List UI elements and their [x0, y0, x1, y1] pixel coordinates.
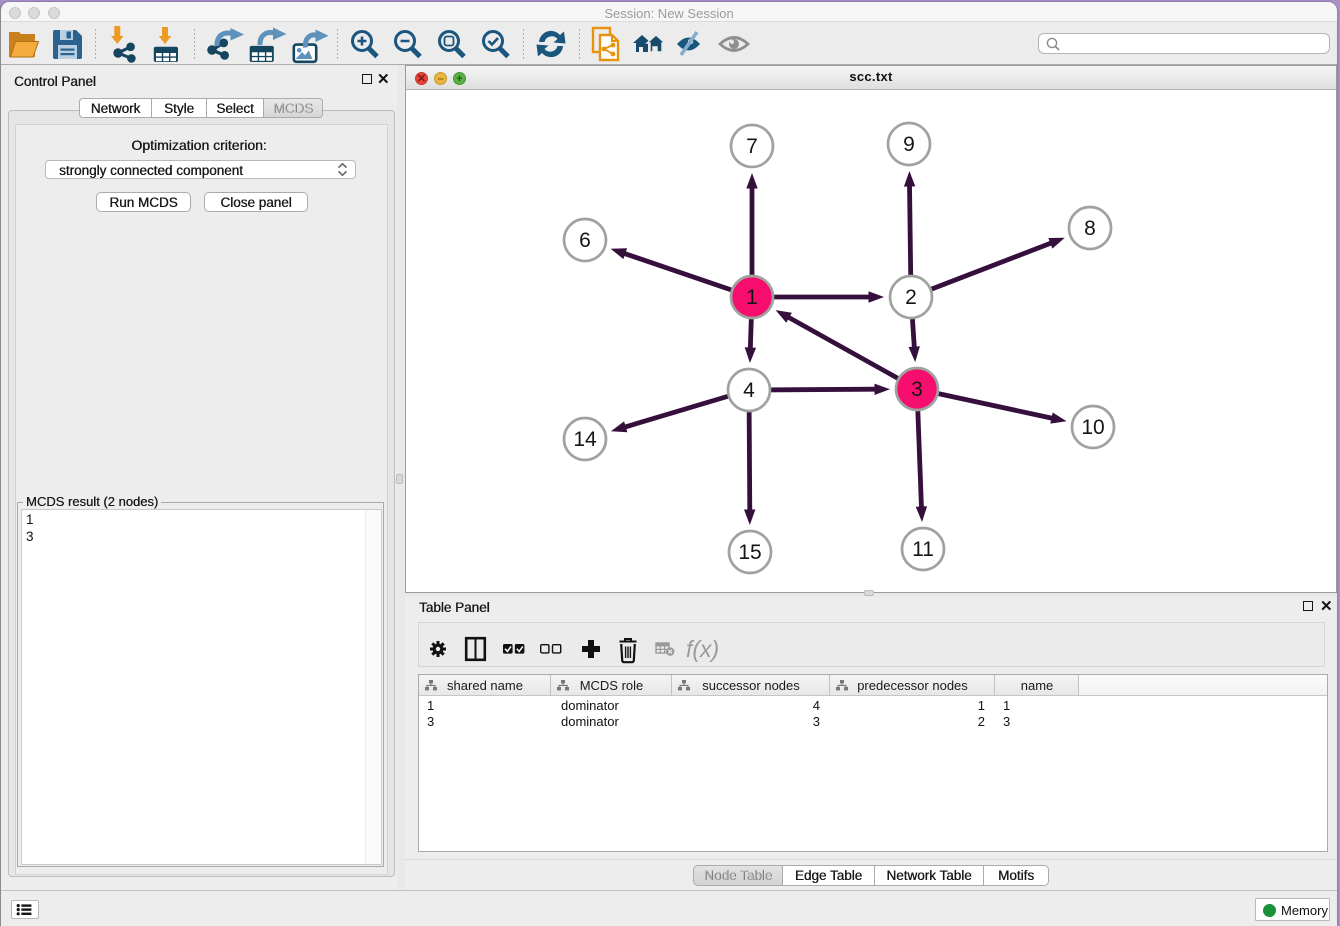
svg-text:6: 6	[579, 229, 591, 252]
svg-text:f(x): f(x)	[686, 636, 719, 662]
svg-text:10: 10	[1081, 416, 1104, 439]
svg-text:7: 7	[746, 135, 758, 158]
svg-text:1: 1	[746, 286, 758, 309]
svg-text:4: 4	[743, 379, 755, 402]
svg-text:14: 14	[573, 428, 597, 451]
svg-text:2: 2	[905, 286, 917, 309]
svg-text:3: 3	[911, 378, 923, 401]
svg-text:9: 9	[903, 133, 915, 156]
svg-text:8: 8	[1084, 217, 1096, 240]
svg-text:11: 11	[912, 538, 934, 561]
svg-text:15: 15	[738, 541, 761, 564]
